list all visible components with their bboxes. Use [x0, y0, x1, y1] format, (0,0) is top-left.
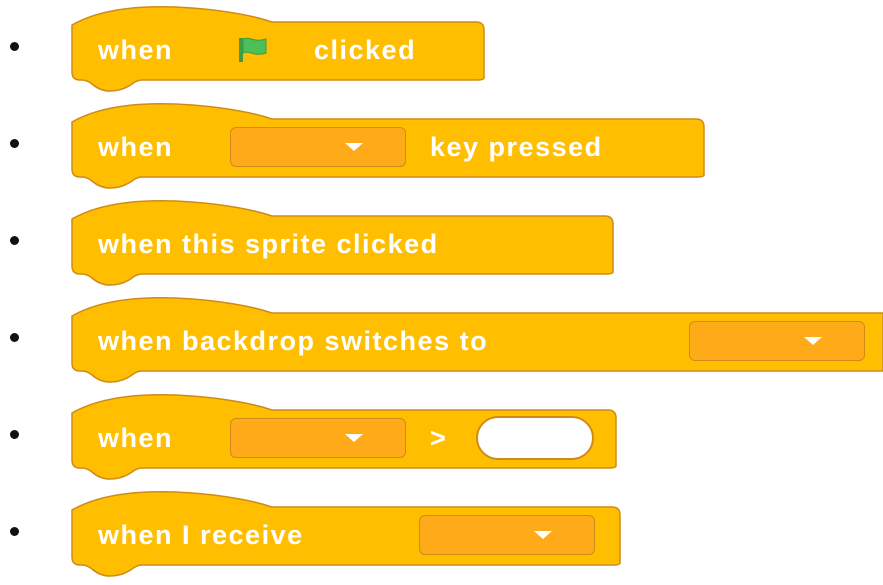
- key-pressed-label: key pressed: [430, 132, 603, 162]
- bullet: [10, 236, 19, 245]
- caret-down-icon: [345, 143, 363, 151]
- bullet: [10, 42, 19, 51]
- caret-down-icon: [534, 531, 552, 539]
- sensor-dropdown[interactable]: [230, 418, 406, 458]
- clicked-label: clicked: [314, 35, 417, 65]
- greater-than-label: >: [430, 423, 448, 453]
- caret-down-icon: [345, 434, 363, 442]
- when-label: when: [98, 423, 174, 453]
- caret-down-icon: [804, 337, 822, 345]
- when-label: when: [98, 35, 174, 65]
- key-dropdown[interactable]: [230, 127, 406, 167]
- bullet: [10, 333, 19, 342]
- when-label: when: [98, 132, 174, 162]
- bullet: [10, 139, 19, 148]
- block-label: when backdrop switches to: [98, 326, 489, 356]
- bullet: [10, 430, 19, 439]
- backdrop-dropdown[interactable]: [689, 321, 865, 361]
- bullet: [10, 527, 19, 536]
- value-input[interactable]: [476, 416, 594, 460]
- block-label: when this sprite clicked: [98, 229, 439, 259]
- block-label: when I receive: [98, 520, 304, 550]
- message-dropdown[interactable]: [419, 515, 595, 555]
- green-flag-icon: [239, 37, 267, 62]
